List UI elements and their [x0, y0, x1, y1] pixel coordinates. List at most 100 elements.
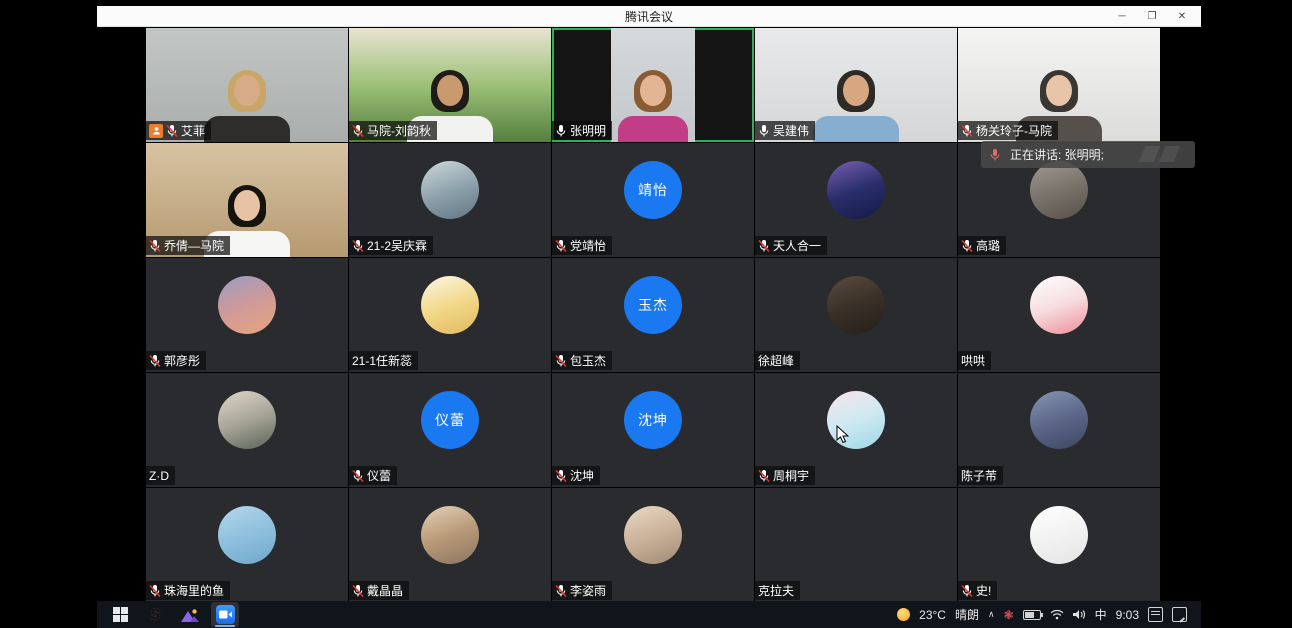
participant-name: 包玉杰 [570, 352, 606, 369]
participant-name-label: Z·D [146, 466, 175, 485]
participant-name: 周桐宇 [773, 467, 809, 484]
tray-app-swirl-icon[interactable]: ❃ [1004, 608, 1014, 622]
participant-tile[interactable]: 徐超峰 [755, 258, 957, 372]
person-silhouette [806, 70, 906, 142]
avatar-initials: 靖怡 [638, 180, 668, 200]
window-title: 腾讯会议 [625, 8, 673, 25]
fireworks-night-photo [827, 161, 885, 219]
close-button[interactable]: ✕ [1167, 6, 1197, 26]
participant-name-label: 21-1任新蕊 [349, 351, 418, 370]
windows-start-icon[interactable] [106, 602, 134, 627]
streetlight-sky-photo [218, 506, 276, 564]
participant-name-label: 克拉夫 [755, 581, 800, 600]
participant-tile[interactable]: 史! [958, 488, 1160, 602]
tencent-meeting-icon[interactable] [211, 602, 239, 627]
participant-tile[interactable]: 戴晶晶 [349, 488, 551, 602]
cat-on-couch-photo [421, 506, 479, 564]
participant-name: 李姿雨 [570, 582, 606, 599]
participant-tile[interactable]: 郭彦彤 [146, 258, 348, 372]
notification-center-icon[interactable] [1148, 607, 1163, 622]
participant-tile[interactable]: 乔倩—马院 [146, 143, 348, 257]
participant-name: 徐超峰 [758, 352, 794, 369]
mic-muted-icon [166, 124, 178, 138]
avatar-initials: 沈坤 [638, 410, 668, 430]
participant-name: 高璐 [976, 237, 1000, 254]
participant-tile[interactable]: 靖怡 党靖怡 [552, 143, 754, 257]
participant-tile[interactable]: 21-1任新蕊 [349, 258, 551, 372]
participant-tile[interactable]: 哄哄 [958, 258, 1160, 372]
mic-muted-icon [758, 469, 770, 483]
participant-name-label: 党靖怡 [552, 236, 612, 255]
participant-tile[interactable]: 克拉夫 [755, 488, 957, 602]
participant-name-label: 哄哄 [958, 351, 991, 370]
watermark-chevron-icon [1139, 146, 1160, 162]
window-controls: ─ ❐ ✕ [1107, 6, 1197, 26]
participant-grid: 艾菲 马院-刘韵秋 [146, 28, 1160, 602]
app-icon-s[interactable]: S [141, 602, 169, 627]
participant-tile[interactable]: Z·D [146, 373, 348, 487]
weather-desc[interactable]: 晴朗 [955, 606, 979, 623]
participant-name: 艾菲 [181, 122, 205, 139]
mic-muted-icon [352, 239, 364, 253]
participant-name: 沈坤 [570, 467, 594, 484]
blue-initials-circle: 仪蕾 [421, 391, 479, 449]
participant-name: 珠海里的鱼 [164, 582, 224, 599]
mic-muted-icon [149, 584, 161, 598]
participant-name-label: 周桐宇 [755, 466, 815, 485]
participant-name: 戴晶晶 [367, 582, 403, 599]
weather-sun-icon[interactable] [897, 608, 910, 621]
participant-name: 党靖怡 [570, 237, 606, 254]
speaking-toast: 正在讲话: 张明明; [981, 141, 1195, 168]
participant-name-label: 史! [958, 581, 997, 600]
participant-tile[interactable]: 杨关玲子-马院 [958, 28, 1160, 142]
weather-temp[interactable]: 23°C [919, 608, 946, 622]
participant-name: 21-2吴庆霖 [367, 237, 427, 254]
mic-muted-icon [961, 584, 973, 598]
participant-tile[interactable]: 陈子芾 [958, 373, 1160, 487]
mic-muted-icon [758, 239, 770, 253]
participant-tile[interactable]: 周桐宇 [755, 373, 957, 487]
mouse-cursor [836, 425, 849, 444]
tray-expand-icon[interactable]: ∧ [988, 609, 995, 620]
participant-name: 杨关玲子-马院 [976, 122, 1052, 139]
participant-tile[interactable]: 李姿雨 [552, 488, 754, 602]
clock[interactable]: 9:03 [1116, 608, 1139, 622]
participant-name: 天人合一 [773, 237, 821, 254]
wifi-icon[interactable] [1050, 609, 1064, 620]
participant-tile[interactable]: 张明明 [552, 28, 754, 142]
blue-initials-circle: 靖怡 [624, 161, 682, 219]
participant-tile[interactable]: 21-2吴庆霖 [349, 143, 551, 257]
participant-tile[interactable]: 艾菲 [146, 28, 348, 142]
mic-on-icon [555, 124, 567, 138]
mic-muted-icon [352, 584, 364, 598]
participant-name-label: 杨关玲子-马院 [958, 121, 1058, 140]
participant-tile[interactable]: 珠海里的鱼 [146, 488, 348, 602]
participant-tile[interactable]: 沈坤 沈坤 [552, 373, 754, 487]
minimize-button[interactable]: ─ [1107, 6, 1137, 26]
participant-tile[interactable]: 马院-刘韵秋 [349, 28, 551, 142]
mic-muted-icon [555, 584, 567, 598]
stick-figure-drawing [1030, 506, 1088, 564]
participant-tile[interactable]: 吴建伟 [755, 28, 957, 142]
host-icon [149, 124, 163, 138]
battery-icon[interactable] [1023, 610, 1041, 620]
sunset-sky-photo [218, 276, 276, 334]
participant-name-label: 马院-刘韵秋 [349, 121, 437, 140]
mic-muted-icon [149, 239, 161, 253]
speaker-icon[interactable] [1073, 609, 1086, 620]
participant-name: 哄哄 [961, 352, 985, 369]
participant-tile[interactable]: 天人合一 [755, 143, 957, 257]
participant-name: 吴建伟 [773, 122, 809, 139]
ime-indicator[interactable]: 中 [1095, 606, 1107, 623]
participant-tile[interactable]: 玉杰 包玉杰 [552, 258, 754, 372]
mountain-app-icon[interactable] [176, 602, 204, 627]
participant-name-label: 吴建伟 [755, 121, 815, 140]
blue-initials-circle: 沈坤 [624, 391, 682, 449]
sailing-ship-photo [421, 161, 479, 219]
participant-name-label: 仪蕾 [349, 466, 397, 485]
participant-name-label: 郭彦彤 [146, 351, 206, 370]
participant-tile[interactable]: 仪蕾 仪蕾 [349, 373, 551, 487]
book-level5-photo [218, 391, 276, 449]
restore-button[interactable]: ❐ [1137, 6, 1167, 26]
touch-keyboard-icon[interactable] [1172, 607, 1187, 622]
